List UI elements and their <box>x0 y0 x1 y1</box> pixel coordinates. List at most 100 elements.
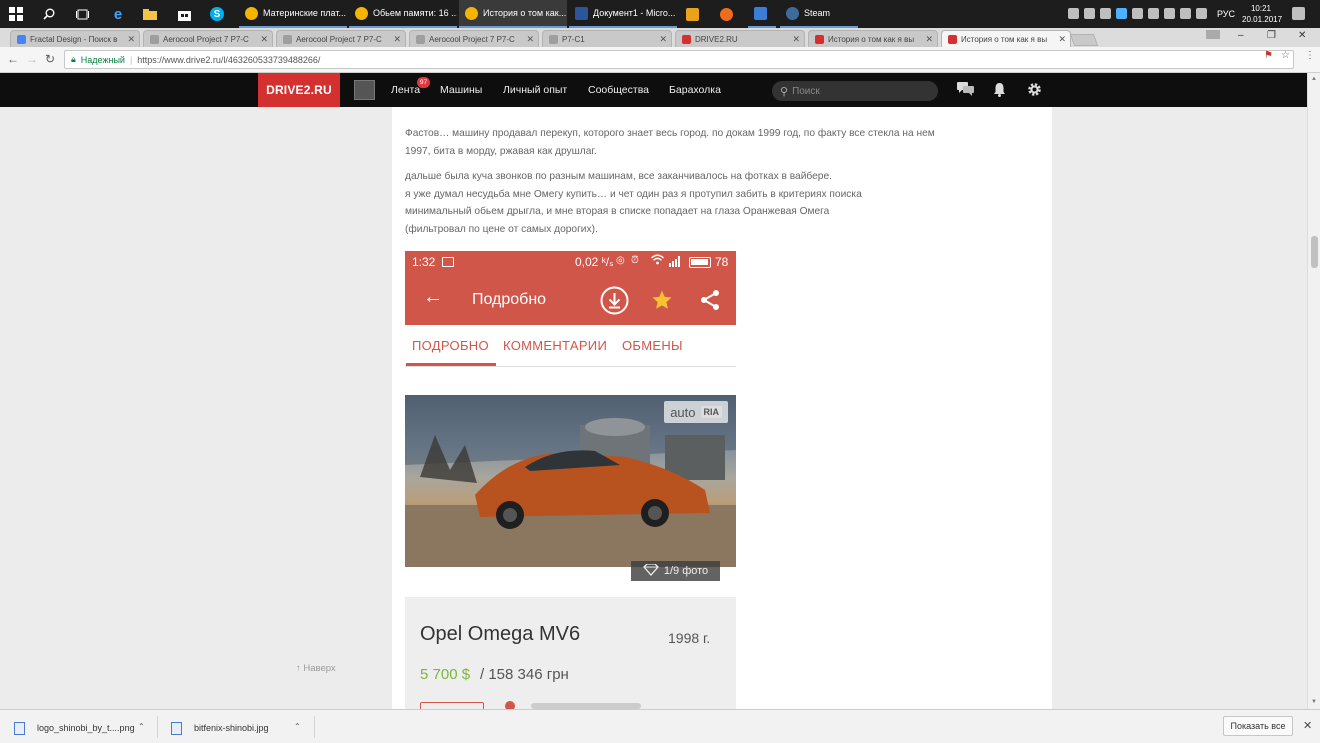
chrome-menu-icon[interactable]: ⋮ <box>1305 50 1315 61</box>
bookmark-star-icon[interactable]: ☆ <box>1281 50 1290 61</box>
url-text[interactable]: https://www.drive2.ru/l/4632605337394882… <box>137 55 320 65</box>
minimize-icon[interactable]: – <box>1238 30 1244 41</box>
secure-label: Надежный <box>80 54 125 65</box>
download-icon <box>600 286 629 320</box>
scrollbar-thumb[interactable] <box>1311 236 1318 268</box>
location-pin-icon <box>505 701 515 709</box>
network-app-icon[interactable] <box>1116 8 1127 19</box>
autoria-watermark: auto RIA <box>664 401 728 423</box>
close-tab-icon[interactable]: ✕ <box>127 34 135 45</box>
cloud-icon[interactable] <box>1164 8 1175 19</box>
tray-app-icon[interactable] <box>1148 8 1159 19</box>
edge-browser-icon[interactable]: e <box>108 4 128 24</box>
search-placeholder: Поиск <box>792 85 820 97</box>
taskbar-task-chrome-1[interactable]: Материнские плат... <box>239 0 347 28</box>
close-tab-icon[interactable]: ✕ <box>1058 34 1066 45</box>
nav-marketplace[interactable]: Барахолка <box>669 84 721 96</box>
monitor-icon[interactable] <box>1180 8 1191 19</box>
browser-tab[interactable]: DRIVE2.RU ✕ <box>675 30 805 47</box>
file-explorer-icon[interactable] <box>140 4 160 24</box>
restore-icon[interactable]: ❐ <box>1267 30 1276 41</box>
listing-card: Opel Omega MV6 1998 г. 5 700 $ / 158 346… <box>405 597 736 709</box>
show-all-downloads-button[interactable]: Показать все <box>1223 716 1293 736</box>
user-profile-icon[interactable] <box>1206 30 1220 39</box>
taskbar-task-media[interactable] <box>680 0 708 28</box>
chrome-icon <box>465 6 478 20</box>
scroll-up-arrow-icon[interactable]: ▲ <box>1311 76 1317 82</box>
taskbar-task-app[interactable] <box>714 0 742 28</box>
windows-start-icon[interactable] <box>6 4 26 24</box>
notification-center-icon[interactable] <box>1292 7 1305 20</box>
page-scrollbar[interactable]: ▲ ▼ <box>1307 73 1320 709</box>
skype-icon[interactable]: S <box>207 4 227 24</box>
display-icon[interactable] <box>1100 8 1111 19</box>
file-icon <box>171 721 182 735</box>
forward-arrow-icon[interactable]: → <box>26 52 38 66</box>
back-arrow-icon: ← <box>423 286 443 308</box>
browser-tab[interactable]: Aerocool Project 7 P7-C ✕ <box>409 30 539 47</box>
back-to-top-link[interactable]: ↑ Наверх <box>296 663 336 674</box>
clock[interactable]: 10:21 20.01.2017 <box>1242 3 1282 25</box>
nav-experience[interactable]: Личный опыт <box>503 84 567 96</box>
volume-icon[interactable] <box>1196 8 1207 19</box>
avatar[interactable] <box>354 80 375 100</box>
back-arrow-icon[interactable]: ← <box>7 52 19 66</box>
taskbar-task-chrome-3[interactable]: История о том как... <box>459 0 567 28</box>
new-tab-button[interactable] <box>1069 34 1099 46</box>
browser-tab[interactable]: История о том как я вы ✕ <box>808 30 938 47</box>
search-icon[interactable] <box>39 4 59 24</box>
lock-icon[interactable]: 🔒︎ <box>71 54 76 65</box>
page-favicon-icon <box>283 34 292 44</box>
taskbar-task-steam[interactable]: Steam <box>780 0 858 28</box>
download-item[interactable]: logo_shinobi_by_t....png <box>14 718 135 738</box>
browser-tab[interactable]: P7-C1 ✕ <box>542 30 672 47</box>
store-icon[interactable] <box>174 4 194 24</box>
close-tab-icon[interactable]: ✕ <box>260 34 268 45</box>
bell-icon[interactable] <box>993 82 1006 100</box>
reload-icon[interactable]: ↻ <box>45 52 55 66</box>
price-usd: 5 700 $ <box>420 666 471 683</box>
close-tab-icon[interactable]: ✕ <box>925 34 933 45</box>
sync-status-icon: ◎ <box>616 255 625 266</box>
taskbar-task-utility[interactable] <box>748 0 776 28</box>
translate-icon[interactable]: ⚑ <box>1264 50 1273 61</box>
close-tab-icon[interactable]: ✕ <box>393 34 401 45</box>
article-paragraph: дальше была куча звонков по разным машин… <box>405 171 862 235</box>
messages-icon[interactable] <box>957 82 974 99</box>
download-item[interactable]: bitfenix-shinobi.jpg <box>171 718 269 738</box>
taskbar-task-word[interactable]: Документ1 - Micro... <box>569 0 677 28</box>
search-icon: ⚲ <box>780 85 789 98</box>
phone-tab-comments: КОММЕНТАРИИ <box>503 338 608 353</box>
browser-tab[interactable]: Aerocool Project 7 P7-C ✕ <box>143 30 273 47</box>
downloads-bar: logo_shinobi_by_t....png ⌃ bitfenix-shin… <box>0 709 1320 743</box>
site-header: DRIVE2.RU Лента 97 Машины Личный опыт Со… <box>0 73 1307 107</box>
article-image-phone-screenshot[interactable]: 1:32 0,02 ᵏ/ₛ ◎ ⏰︎ 78 ← Подробно ПОДРОБН… <box>405 251 736 709</box>
taskbar-task-chrome-2[interactable]: Обьем памяти: 16 ... <box>349 0 457 28</box>
drive2-favicon-icon <box>815 34 824 44</box>
chevron-up-icon[interactable]: ⌃ <box>294 722 301 731</box>
usb-icon[interactable] <box>1084 8 1095 19</box>
nav-communities[interactable]: Сообщества <box>588 84 649 96</box>
scroll-down-arrow-icon[interactable]: ▼ <box>1311 699 1317 705</box>
address-bar[interactable]: 🔒︎ Надежный | https://www.drive2.ru/l/46… <box>64 50 1294 69</box>
task-view-icon[interactable] <box>72 4 92 24</box>
close-tab-icon[interactable]: ✕ <box>659 34 667 45</box>
nav-lenta[interactable]: Лента <box>391 84 420 96</box>
close-window-icon[interactable]: ✕ <box>1298 30 1306 41</box>
close-tab-icon[interactable]: ✕ <box>526 34 534 45</box>
browser-tab-active[interactable]: История о том как я вы ✕ <box>941 30 1071 47</box>
site-logo[interactable]: DRIVE2.RU <box>258 73 340 107</box>
browser-tab[interactable]: Aerocool Project 7 P7-C ✕ <box>276 30 406 47</box>
close-tab-icon[interactable]: ✕ <box>792 34 800 45</box>
phone-toolbar-title: Подробно <box>472 291 547 308</box>
windows-taskbar: e S Материнские плат... Обьем памяти: 16… <box>0 0 1320 28</box>
language-indicator[interactable]: РУС <box>1217 9 1235 19</box>
nav-cars[interactable]: Машины <box>440 84 482 96</box>
sync-icon[interactable] <box>1132 8 1143 19</box>
browser-tab[interactable]: Fractal Design - Поиск в ✕ <box>10 30 140 47</box>
gear-icon[interactable] <box>1027 82 1042 100</box>
shield-icon[interactable] <box>1068 8 1079 19</box>
site-search-input[interactable]: ⚲ Поиск <box>772 81 938 101</box>
chevron-up-icon[interactable]: ⌃ <box>138 722 145 731</box>
close-icon[interactable]: ✕ <box>1303 719 1312 732</box>
